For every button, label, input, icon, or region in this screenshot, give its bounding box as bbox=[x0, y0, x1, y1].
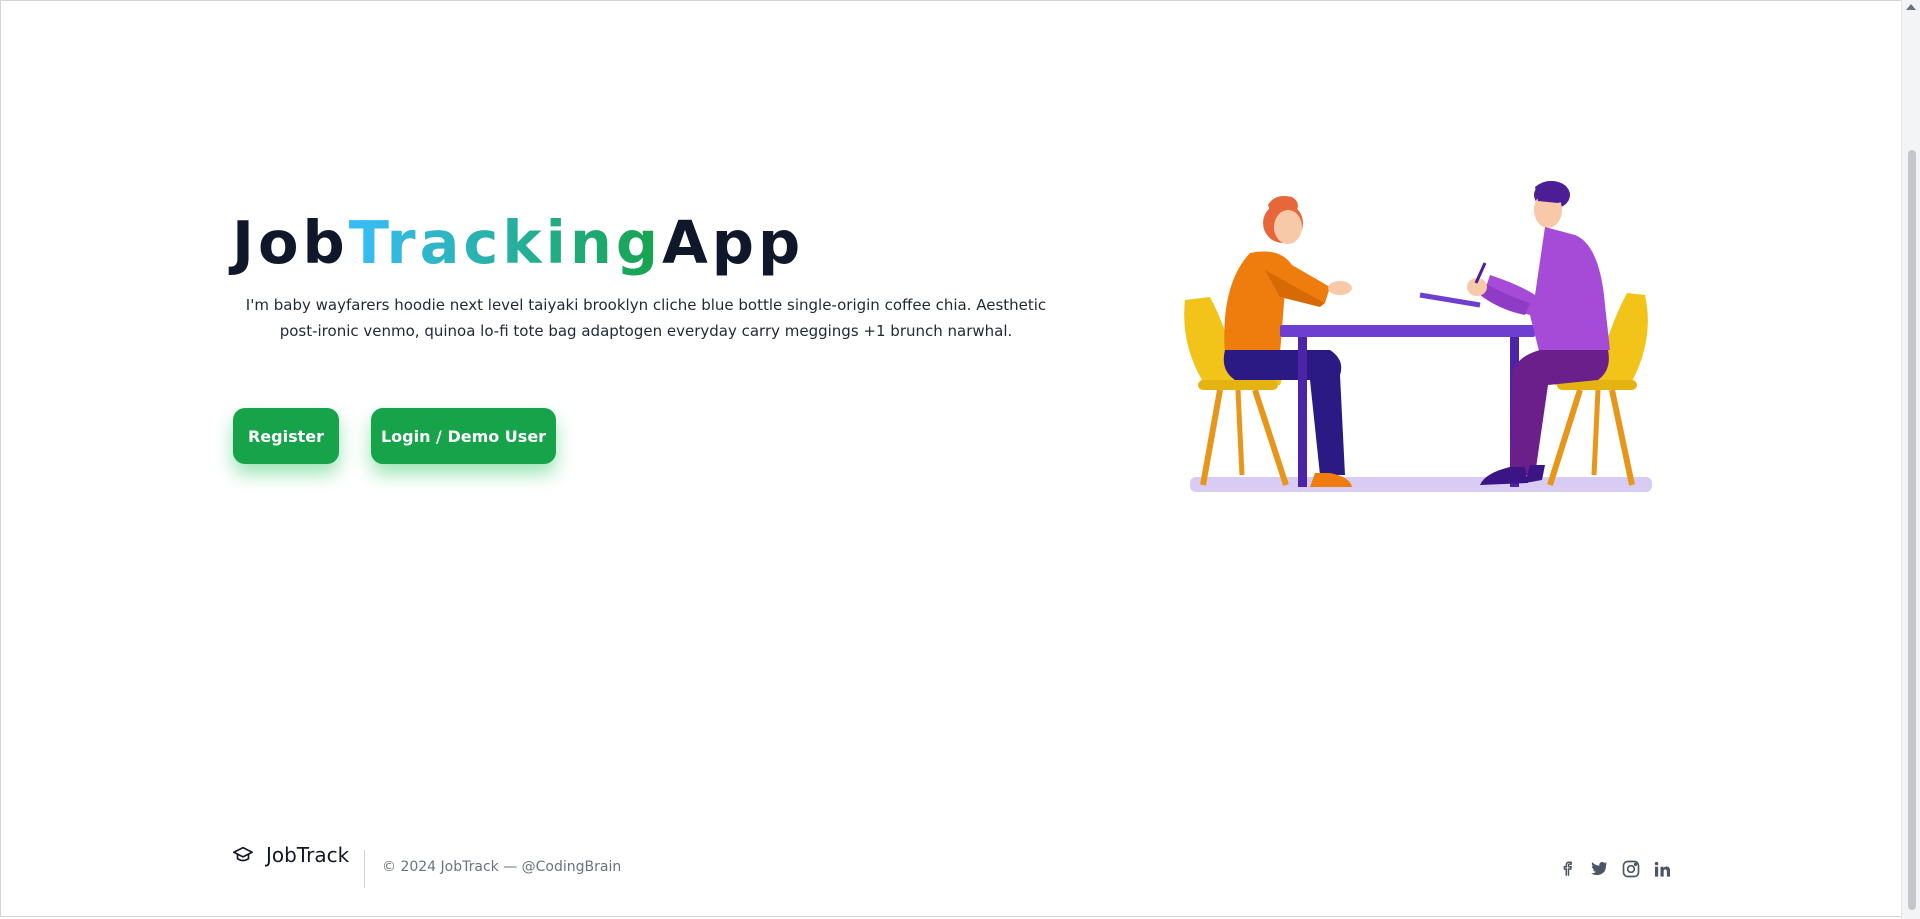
graduation-cap-icon bbox=[233, 846, 253, 862]
hero-description: I'm baby wayfarers hoodie next level tai… bbox=[245, 296, 1047, 340]
hero-title-job: Job bbox=[232, 208, 349, 277]
footer-copyright: © 2024 JobTrack — @CodingBrain bbox=[382, 859, 622, 875]
hero-title-tracking: Tracking bbox=[348, 208, 663, 277]
footer-brand-name: JobTrack bbox=[266, 843, 350, 867]
register-button[interactable]: Register bbox=[233, 408, 339, 464]
job-interview-illustration bbox=[1184, 181, 1652, 492]
vertical-scrollbar[interactable] bbox=[1901, 0, 1920, 919]
login-demo-button[interactable]: Login / Demo User bbox=[371, 408, 556, 464]
facebook-icon[interactable] bbox=[1556, 858, 1578, 880]
footer-brand[interactable]: JobTrack bbox=[232, 843, 349, 867]
instagram-icon[interactable] bbox=[1620, 858, 1642, 880]
twitter-icon[interactable] bbox=[1588, 858, 1610, 880]
hero-title: JobTrackingApp bbox=[232, 200, 804, 286]
scrollbar-thumb[interactable] bbox=[1908, 150, 1916, 910]
hero-title-app: App bbox=[662, 208, 805, 277]
footer-divider bbox=[364, 850, 365, 888]
linkedin-icon[interactable] bbox=[1651, 858, 1673, 880]
scroll-up-arrow-icon[interactable] bbox=[1906, 4, 1916, 10]
